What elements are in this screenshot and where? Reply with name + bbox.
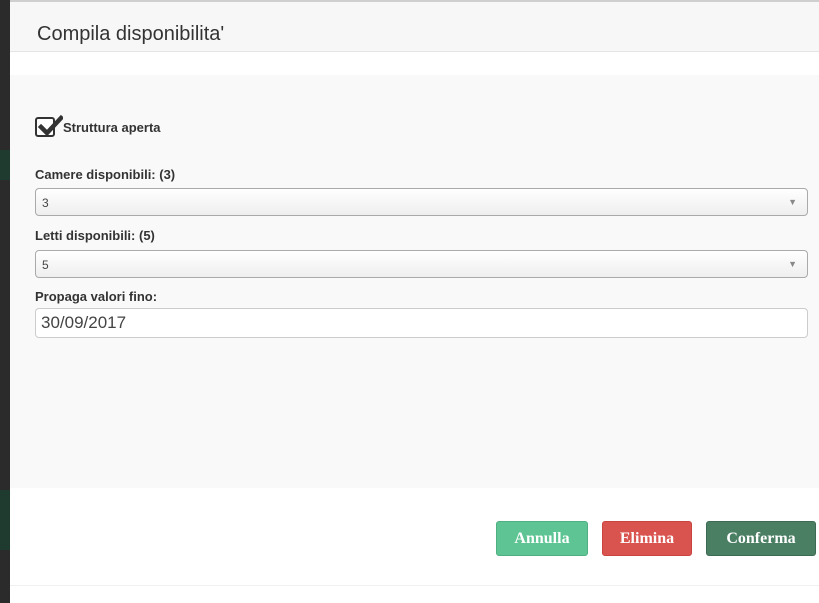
- confirm-button[interactable]: Conferma: [706, 521, 816, 556]
- modal-footer: Annulla Elimina Conferma: [10, 488, 819, 586]
- cancel-button[interactable]: Annulla: [496, 521, 588, 556]
- open-structure-checkbox[interactable]: [35, 114, 63, 137]
- background-edge: [0, 0, 10, 603]
- rooms-label: Camere disponibili: (3): [35, 167, 176, 182]
- rooms-select-value: 3: [42, 196, 49, 210]
- rooms-select[interactable]: 3 ▼: [35, 188, 808, 216]
- propagate-label: Propaga valori fino:: [35, 289, 158, 304]
- beds-select-value: 5: [42, 258, 49, 272]
- modal-body: Struttura aperta Camere disponibili: (3)…: [10, 75, 819, 488]
- chevron-down-icon: ▼: [788, 259, 797, 269]
- chevron-down-icon: ▼: [788, 197, 797, 207]
- open-structure-label: Struttura aperta: [63, 119, 161, 135]
- background-accent: [0, 490, 10, 550]
- background-accent: [0, 150, 10, 180]
- beds-label: Letti disponibili: (5): [35, 228, 155, 243]
- modal-dialog: Compila disponibilita' Struttura aperta …: [10, 0, 819, 603]
- modal-header: Compila disponibilita': [10, 0, 819, 52]
- propagate-date-input[interactable]: 30/09/2017: [35, 308, 808, 338]
- open-structure-row[interactable]: Struttura aperta: [35, 114, 161, 137]
- checkmark-icon: [37, 114, 63, 137]
- beds-select[interactable]: 5 ▼: [35, 250, 808, 278]
- modal-title: Compila disponibilita': [37, 23, 225, 45]
- delete-button[interactable]: Elimina: [602, 521, 692, 556]
